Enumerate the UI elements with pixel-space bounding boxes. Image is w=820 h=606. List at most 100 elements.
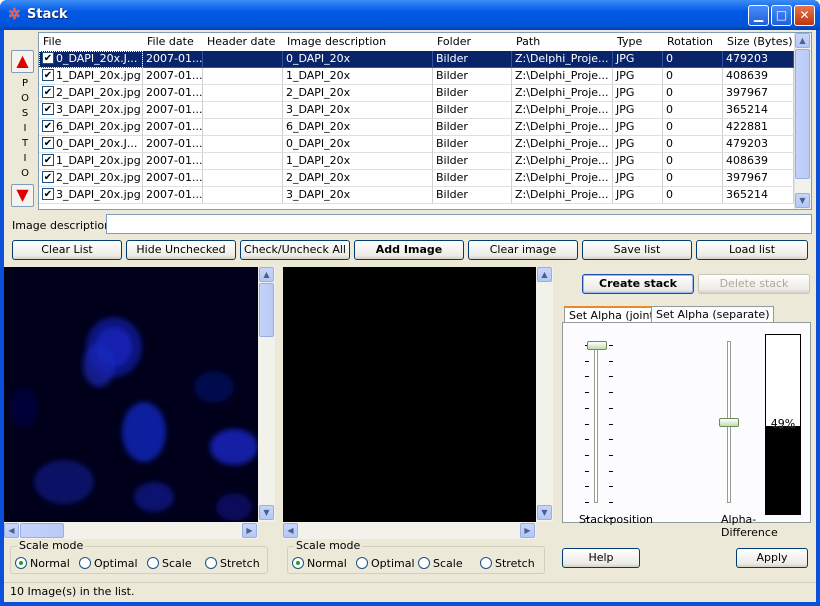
- column-header[interactable]: Header date: [203, 33, 283, 50]
- radio-icon: [79, 557, 91, 569]
- cell-text: JPG: [616, 103, 635, 116]
- radio-scale[interactable]: Scale: [147, 557, 192, 570]
- clear-list-button[interactable]: Clear List: [12, 240, 122, 260]
- h-scroll-thumb[interactable]: [20, 523, 64, 538]
- table-cell: 2007-01...: [143, 119, 203, 136]
- row-checkbox-icon[interactable]: ✔: [42, 86, 54, 98]
- cell-text: Z:\Delphi_Proje...: [515, 137, 609, 150]
- move-up-button[interactable]: ▲: [11, 50, 34, 73]
- source-horizontal-scrollbar[interactable]: ◀ ▶: [4, 522, 258, 539]
- cell-text: Bilder: [436, 86, 468, 99]
- column-header[interactable]: Image description: [283, 33, 433, 50]
- scroll-right-icon[interactable]: ▶: [242, 523, 257, 538]
- radio-scale[interactable]: Scale: [418, 557, 463, 570]
- delete-stack-button[interactable]: Delete stack: [698, 274, 810, 294]
- row-checkbox-icon[interactable]: ✔: [42, 171, 54, 183]
- move-down-button[interactable]: ▼: [11, 184, 34, 207]
- stack-horizontal-scrollbar[interactable]: ◀ ▶: [283, 522, 536, 539]
- table-row[interactable]: ✔ 3_DAPI_20x.jpg 2007-01... 3_DAPI_20x Bilde…: [39, 187, 794, 204]
- minimize-button[interactable]: ▁: [748, 5, 769, 26]
- cell-text: 0: [666, 120, 673, 133]
- row-checkbox-icon[interactable]: ✔: [42, 69, 54, 81]
- table-row[interactable]: ✔ 2_DAPI_20x.jpg 2007-01... 2_DAPI_20x Bilde…: [39, 85, 794, 102]
- scroll-down-icon[interactable]: ▼: [259, 505, 274, 520]
- save-list-button[interactable]: Save list: [582, 240, 692, 260]
- stackposition-slider-thumb[interactable]: [587, 341, 607, 350]
- image-description-input[interactable]: [106, 214, 812, 234]
- source-image-view[interactable]: [4, 267, 258, 522]
- stack-image-view[interactable]: [283, 267, 536, 522]
- table-row[interactable]: ✔ 6_DAPI_20x.jpg 2007-01... 6_DAPI_20x Bilde…: [39, 119, 794, 136]
- close-button[interactable]: ✕: [794, 5, 815, 26]
- scroll-down-icon[interactable]: ▼: [795, 193, 810, 208]
- title-bar[interactable]: ✲ Stack ▁ □ ✕: [0, 0, 820, 30]
- source-vertical-scrollbar[interactable]: ▲ ▼: [258, 267, 275, 522]
- scroll-down-icon[interactable]: ▼: [537, 505, 552, 520]
- alpha-difference-slider-thumb[interactable]: [719, 417, 739, 427]
- scroll-left-icon[interactable]: ◀: [4, 523, 19, 538]
- table-cell: 2007-01...: [143, 187, 203, 204]
- cell-text: Z:\Delphi_Proje...: [515, 86, 609, 99]
- radio-optimal[interactable]: Optimal: [79, 557, 138, 570]
- row-checkbox-icon[interactable]: ✔: [42, 154, 54, 166]
- table-cell: 2007-01...: [143, 68, 203, 85]
- check-uncheck-all-button[interactable]: Check/Uncheck All: [240, 240, 350, 260]
- slider-tick: [609, 345, 613, 346]
- table-row[interactable]: ✔ 2_DAPI_20x.jpg 2007-01... 2_DAPI_20x Bilde…: [39, 170, 794, 187]
- table-row[interactable]: ✔ 0_DAPI_20x.J... 2007-01... 0_DAPI_20x Bild…: [39, 51, 794, 68]
- stackposition-track[interactable]: [594, 341, 598, 503]
- column-header[interactable]: Folder: [433, 33, 512, 50]
- table-cell: 0: [663, 119, 723, 136]
- row-checkbox-icon[interactable]: ✔: [42, 120, 54, 132]
- table-cell: 397967: [723, 170, 794, 187]
- row-checkbox-icon[interactable]: ✔: [42, 137, 54, 149]
- list-vertical-scrollbar[interactable]: ▲ ▼: [794, 33, 811, 209]
- v-scroll-thumb[interactable]: [259, 283, 274, 337]
- scroll-left-icon[interactable]: ◀: [283, 523, 298, 538]
- clear-image-button[interactable]: Clear image: [468, 240, 578, 260]
- scroll-up-icon[interactable]: ▲: [537, 267, 552, 282]
- column-header[interactable]: Rotation: [663, 33, 723, 50]
- radio-stretch[interactable]: Stretch: [480, 557, 535, 570]
- maximize-button[interactable]: □: [771, 5, 792, 26]
- table-cell: JPG: [613, 153, 663, 170]
- tab-set-alpha-separate[interactable]: Set Alpha (separate): [651, 306, 775, 323]
- column-header[interactable]: Path: [512, 33, 613, 50]
- help-button[interactable]: Help: [562, 548, 640, 568]
- scroll-up-icon[interactable]: ▲: [259, 267, 274, 282]
- column-header[interactable]: Type: [613, 33, 663, 50]
- apply-button[interactable]: Apply: [736, 548, 808, 568]
- scroll-up-icon[interactable]: ▲: [795, 33, 810, 48]
- column-header[interactable]: File date: [143, 33, 203, 50]
- table-row[interactable]: ✔ 3_DAPI_20x.jpg 2007-01... 3_DAPI_20x Bilde…: [39, 102, 794, 119]
- table-row[interactable]: ✔ 1_DAPI_20x.jpg 2007-01... 1_DAPI_20x Bilde…: [39, 68, 794, 85]
- row-checkbox-icon[interactable]: ✔: [42, 103, 54, 115]
- table-cell: 2007-01...: [143, 51, 203, 68]
- table-row[interactable]: ✔ 0_DAPI_20x.J... 2007-01... 0_DAPI_20x Bild…: [39, 136, 794, 153]
- scroll-thumb[interactable]: [795, 49, 810, 179]
- table-cell: 0: [663, 136, 723, 153]
- image-list-grid[interactable]: File File date Header date Image descriptio…: [38, 32, 812, 210]
- position-letter: I: [23, 123, 27, 134]
- column-header[interactable]: File: [39, 33, 143, 50]
- alpha-progress-fill: [766, 426, 800, 514]
- load-list-button[interactable]: Load list: [696, 240, 808, 260]
- add-image-button[interactable]: Add Image: [354, 240, 464, 260]
- scroll-right-icon[interactable]: ▶: [520, 523, 535, 538]
- column-header[interactable]: Size (Bytes): [723, 33, 794, 50]
- row-checkbox-icon[interactable]: ✔: [42, 188, 54, 200]
- row-checkbox-icon[interactable]: ✔: [42, 52, 54, 64]
- cell-text: JPG: [616, 154, 635, 167]
- create-stack-button[interactable]: Create stack: [582, 274, 694, 294]
- table-row[interactable]: ✔ 1_DAPI_20x.jpg 2007-01... 1_DAPI_20x Bilde…: [39, 153, 794, 170]
- table-cell: 1_DAPI_20x: [283, 153, 433, 170]
- stack-vertical-scrollbar[interactable]: ▲ ▼: [536, 267, 553, 522]
- hide-unchecked-button[interactable]: Hide Unchecked: [126, 240, 236, 260]
- table-cell: ✔ 0_DAPI_20x.J...: [39, 136, 143, 153]
- radio-optimal[interactable]: Optimal: [356, 557, 415, 570]
- radio-normal[interactable]: Normal: [292, 557, 347, 570]
- radio-normal[interactable]: Normal: [15, 557, 70, 570]
- radio-stretch[interactable]: Stretch: [205, 557, 260, 570]
- cell-text: Z:\Delphi_Proje...: [515, 103, 609, 116]
- cell-text: Bilder: [436, 137, 468, 150]
